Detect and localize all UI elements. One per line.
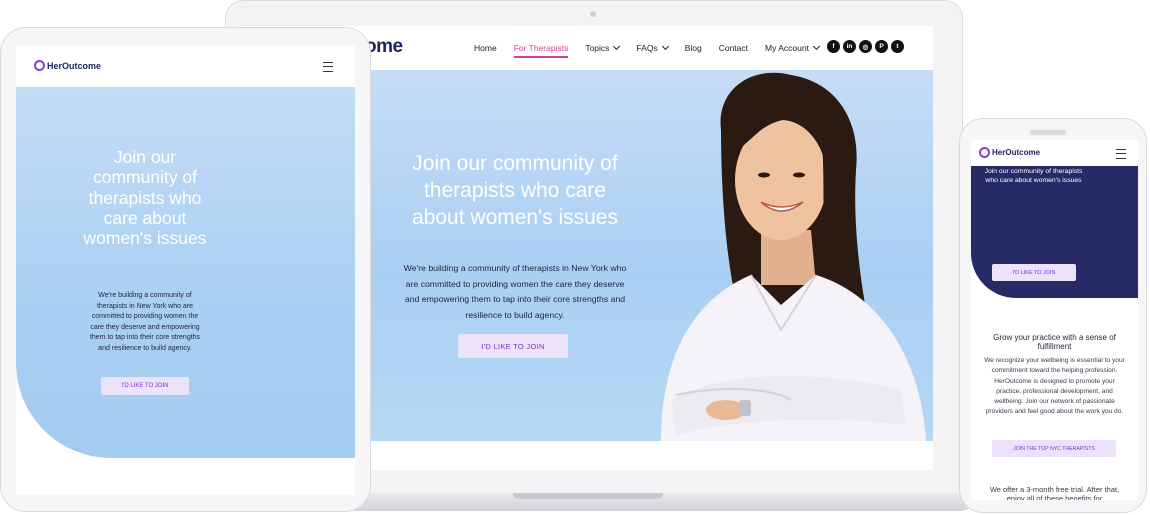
nav-contact[interactable]: Contact — [719, 43, 748, 53]
join-top-therapists-button[interactable]: JOIN THE TOP NYC THERAPISTS — [992, 440, 1116, 457]
hamburger-menu-icon[interactable] — [323, 62, 333, 72]
logo-mark-icon — [34, 60, 45, 71]
site-logo[interactable]: HerOutcome — [34, 60, 101, 71]
tablet-screen: HerOutcome Join our community of therapi… — [16, 45, 355, 495]
facebook-icon[interactable]: f — [827, 40, 840, 53]
nav-my-account[interactable]: My Account — [765, 42, 820, 53]
section-subtitle: Grow your practice with a sense of fulfi… — [993, 333, 1116, 351]
nav-for-therapists[interactable]: For Therapists — [513, 43, 568, 58]
site-logo[interactable]: HerOutcome — [979, 147, 1040, 158]
phone-hero: Join our community of therapists who car… — [971, 166, 1138, 298]
linkedin-icon[interactable]: in — [843, 40, 856, 53]
nav-links: Home For Therapists Topics FAQs Blog Con… — [474, 42, 836, 58]
join-button[interactable]: I'D LIKE TO JOIN — [992, 264, 1076, 281]
hero-photo-woman — [661, 72, 926, 441]
pinterest-icon[interactable]: P — [875, 40, 888, 53]
section-paragraph: We recognize your wellbeing is essential… — [984, 357, 1125, 416]
chevron-down-icon — [812, 42, 820, 51]
phone-navbar: HerOutcome — [971, 140, 1138, 166]
free-trial-text: We offer a 3-month free trial. After tha… — [989, 485, 1120, 500]
join-button[interactable]: I'D LIKE TO JOIN — [458, 334, 568, 358]
chevron-down-icon — [613, 42, 621, 51]
social-links: f in ◎ P t — [827, 40, 904, 53]
hero-title: Join our community of therapists who car… — [83, 147, 207, 249]
logo-text: HerOutcome — [47, 60, 102, 71]
nav-faqs-label: FAQs — [636, 43, 658, 53]
twitter-icon[interactable]: t — [891, 40, 904, 53]
laptop-hero: Join our community of therapists who car… — [371, 70, 933, 441]
hero-body: We're building a community of therapists… — [89, 292, 201, 352]
nav-home[interactable]: Home — [474, 43, 497, 53]
laptop-camera — [590, 11, 596, 17]
tablet-navbar: HerOutcome — [16, 45, 355, 87]
join-button[interactable]: I'D LIKE TO JOIN — [101, 377, 189, 395]
nav-my-account-label: My Account — [765, 43, 809, 53]
laptop-notch — [513, 493, 663, 499]
hero-body: We're building a community of therapists… — [403, 263, 627, 320]
nav-faqs[interactable]: FAQs — [636, 42, 669, 53]
nav-topics[interactable]: Topics — [585, 42, 621, 53]
phone-screen: HerOutcome Join our community of therapi… — [971, 140, 1138, 500]
tablet-hero: Join our community of therapists who car… — [16, 87, 355, 458]
chevron-down-icon — [661, 42, 669, 51]
nav-topics-label: Topics — [585, 43, 610, 53]
hero-title: Join our community of therapists who car… — [984, 168, 1083, 184]
nav-blog[interactable]: Blog — [685, 43, 702, 53]
logo-text: HerOutcome — [992, 148, 1041, 157]
hamburger-menu-icon[interactable] — [1116, 149, 1126, 159]
instagram-icon[interactable]: ◎ — [859, 40, 872, 53]
phone-speaker — [1030, 130, 1066, 135]
logo-mark-icon — [979, 147, 990, 158]
hero-title: Join our community of therapists who car… — [412, 152, 618, 229]
